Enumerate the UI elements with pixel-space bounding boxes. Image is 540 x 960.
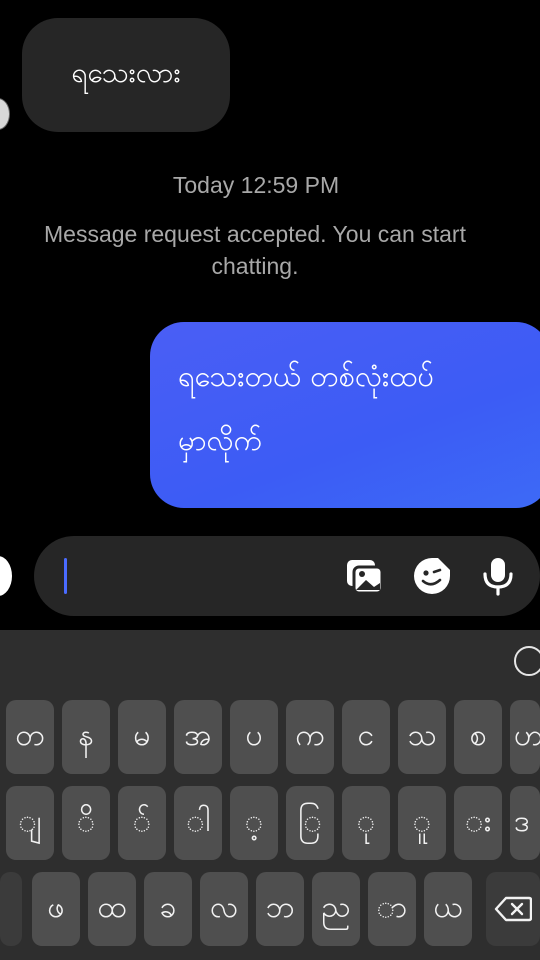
key[interactable]: ထ [88, 872, 136, 946]
key[interactable]: ခ [144, 872, 192, 946]
key[interactable]: ျ [6, 786, 54, 860]
key[interactable]: မ [118, 700, 166, 774]
shift-icon[interactable] [0, 872, 22, 946]
key[interactable]: ါ [174, 786, 222, 860]
key[interactable]: ဖ [32, 872, 80, 946]
key[interactable]: က [286, 700, 334, 774]
key[interactable]: စ [454, 700, 502, 774]
chat-screen: ရသေးလား Today 12:59 PM Message request a… [0, 0, 540, 960]
key[interactable]: လ [200, 872, 248, 946]
outgoing-message-line: ရသေးတယ် တစ်လုံးထပ် [178, 359, 434, 393]
key[interactable]: ြ [286, 786, 334, 860]
key[interactable]: ဟ [510, 700, 540, 774]
outgoing-message-bubble[interactable]: ရသေးတယ် တစ်လုံးထပ် မှာလိုက် [150, 322, 540, 508]
key[interactable]: ့ [230, 786, 278, 860]
text-cursor [64, 558, 67, 594]
message-timestamp: Today 12:59 PM [172, 172, 340, 198]
key[interactable]: န [62, 700, 110, 774]
incoming-message-bubble[interactable]: ရသေးလား [22, 18, 230, 132]
camera-icon[interactable] [0, 556, 12, 596]
key[interactable]: ူ [398, 786, 446, 860]
emoji-icon[interactable] [514, 646, 540, 676]
backspace-icon[interactable] [486, 872, 540, 946]
incoming-message-text: ရသေးလား [71, 56, 181, 89]
key[interactable]: ဘ [256, 872, 304, 946]
key[interactable]: ည [312, 872, 360, 946]
request-accepted-notice: Message request accepted. You can start … [44, 221, 466, 279]
keyboard: တ န မ အ ပ က င သ စ ဟ ျ ိ ် ါ ့ ြ ု ူ း ဒ … [0, 630, 540, 960]
key[interactable]: ိ [62, 786, 110, 860]
message-composer[interactable] [34, 536, 540, 616]
key[interactable]: ာ [368, 872, 416, 946]
microphone-icon[interactable] [478, 556, 518, 596]
contact-avatar[interactable] [0, 98, 10, 130]
sticker-icon[interactable] [412, 556, 452, 596]
key[interactable]: ဒ [510, 786, 540, 860]
key[interactable]: ် [118, 786, 166, 860]
outgoing-message-line: မှာလိုက် [178, 423, 263, 457]
key[interactable]: ပ [230, 700, 278, 774]
key[interactable]: သ [398, 700, 446, 774]
key[interactable]: အ [174, 700, 222, 774]
key[interactable]: ယ [424, 872, 472, 946]
key[interactable]: ု [342, 786, 390, 860]
key[interactable]: း [454, 786, 502, 860]
key[interactable]: င [342, 700, 390, 774]
gallery-icon[interactable] [344, 556, 384, 596]
key[interactable]: တ [6, 700, 54, 774]
